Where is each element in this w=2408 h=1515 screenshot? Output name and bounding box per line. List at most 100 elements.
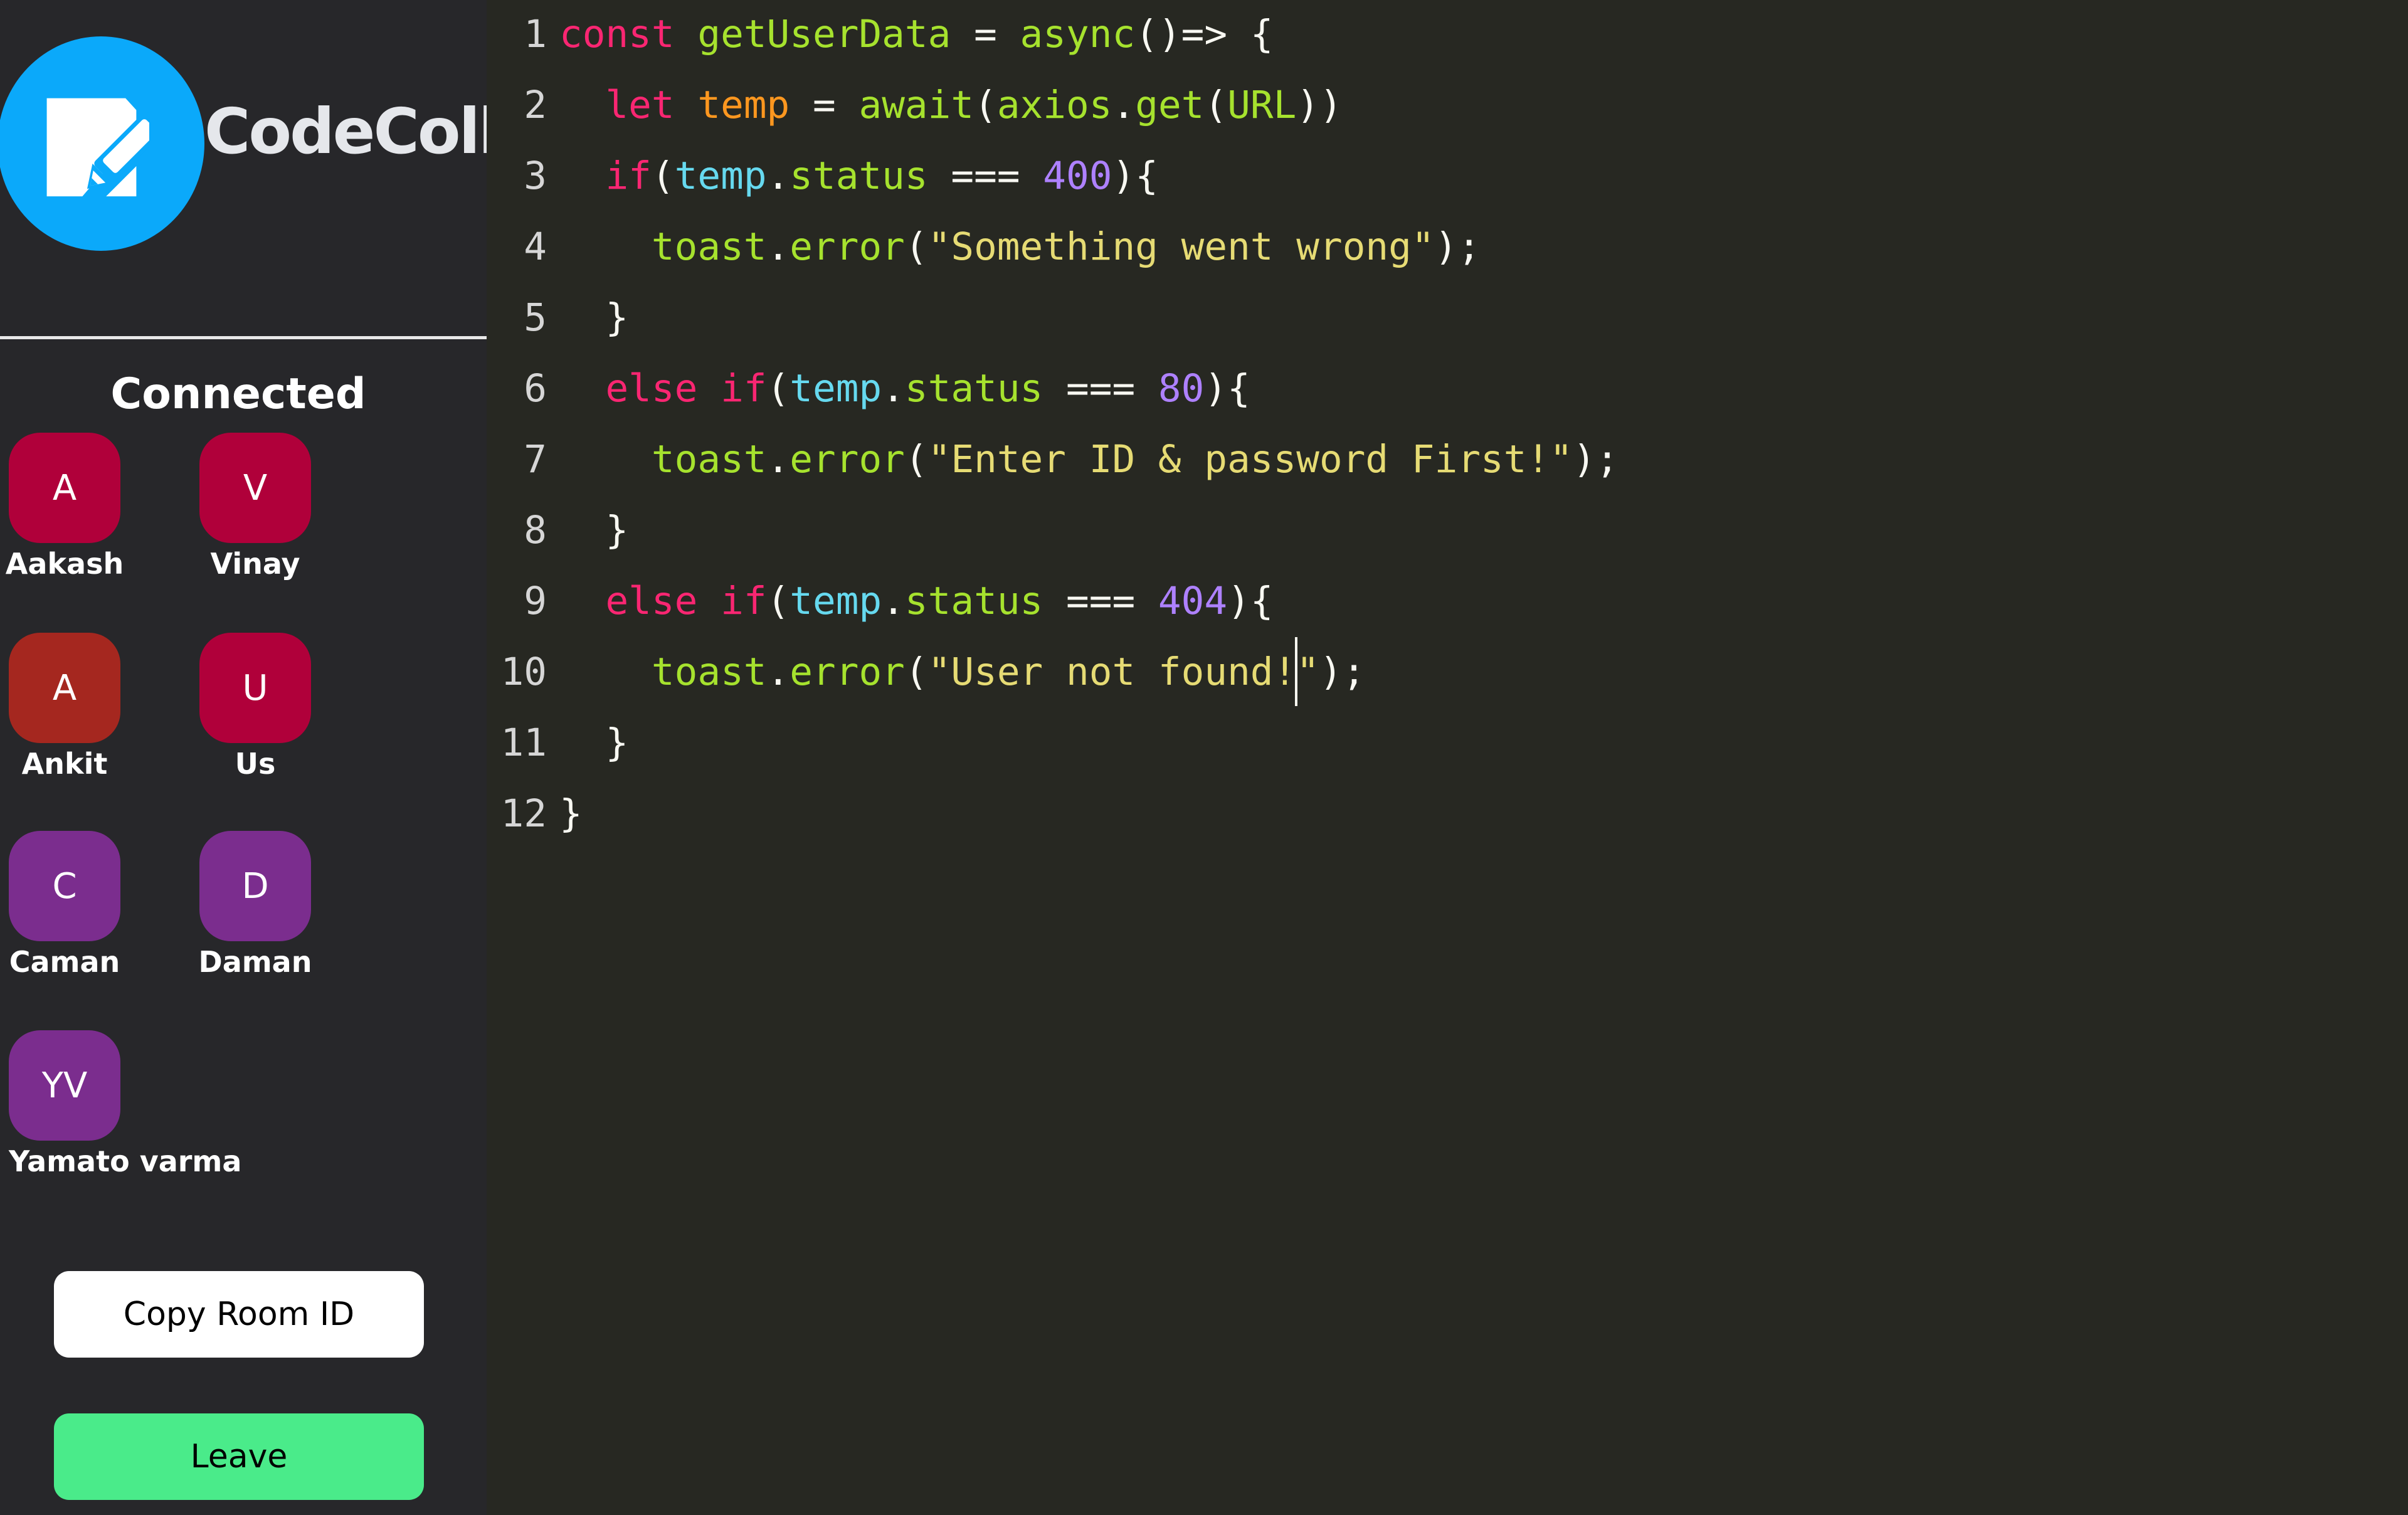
brand-name: CodeColl (204, 95, 487, 168)
code-token: get (1135, 83, 1205, 127)
code-token: = (951, 12, 1020, 56)
sidebar: CodeColl Connected A Aakash V Vinay A Ankit U U… (0, 0, 487, 1515)
avatar-initials: A (9, 433, 120, 543)
code-token: temp (697, 83, 790, 127)
code-editor[interactable]: 1 const getUserData = async()=> {2 let te… (487, 0, 2408, 1515)
code-token: if (721, 366, 767, 411)
code-text: toast.error("Enter ID & password First!"… (559, 437, 1619, 482)
code-text: toast.error("Something went wrong"); (559, 224, 1481, 269)
code-token: ( (904, 650, 928, 694)
line-number: 8 (524, 508, 547, 552)
code-line[interactable]: 3 if(temp.status === 400){ (487, 140, 1158, 211)
code-line[interactable]: 7 toast.error("Enter ID & password First… (487, 424, 1619, 495)
code-token: . (766, 650, 790, 694)
member-name: Vinay (210, 547, 300, 581)
code-text: else if(temp.status === 404){ (559, 579, 1274, 623)
code-token: else (605, 366, 698, 411)
code-token: ( (974, 83, 997, 127)
code-token: axios (996, 83, 1112, 127)
code-token: 404 (1158, 579, 1228, 623)
line-number: 12 (500, 791, 547, 836)
code-token: "User not found! (927, 650, 1297, 694)
code-token: ( (766, 366, 790, 411)
code-token: === (927, 154, 1043, 198)
code-token: } (559, 508, 629, 552)
code-line[interactable]: 4 toast.error("Something went wrong"); (487, 211, 1481, 282)
line-number: 10 (500, 650, 547, 694)
code-text: if(temp.status === 400){ (559, 154, 1158, 198)
code-token: status (789, 154, 928, 198)
member-name: Us (235, 747, 276, 781)
code-token: . (766, 437, 790, 482)
member-name: Ankit (21, 747, 108, 781)
code-text: } (559, 508, 628, 552)
code-token: } (559, 721, 629, 765)
code-token: 400 (1043, 154, 1112, 198)
code-token: . (1112, 83, 1136, 127)
code-token: async (1020, 12, 1136, 56)
code-token: ( (651, 154, 675, 198)
code-token: status (904, 366, 1043, 411)
code-line[interactable]: 12} (487, 778, 583, 849)
line-number: 5 (524, 295, 547, 340)
code-text: } (559, 721, 628, 765)
code-token: } (559, 791, 583, 836)
code-token: toast (651, 437, 767, 482)
code-token: . (882, 579, 905, 623)
code-token: } (559, 295, 629, 340)
code-text: } (559, 295, 628, 340)
code-line[interactable]: 8 } (487, 495, 628, 566)
code-line[interactable]: 9 else if(temp.status === 404){ (487, 566, 1274, 636)
code-token: )) (1296, 83, 1343, 127)
line-number: 1 (524, 12, 547, 56)
text-cursor (1295, 637, 1298, 707)
avatar-initials: V (199, 433, 311, 543)
avatar-initials: C (9, 831, 120, 941)
member-name: Caman (9, 945, 120, 979)
code-token: ){ (1204, 366, 1250, 411)
code-token: if (605, 154, 652, 198)
code-text: toast.error("User not found!"); (559, 637, 1365, 707)
line-number: 2 (524, 83, 547, 127)
code-token: temp (789, 579, 882, 623)
code-token: temp (789, 366, 882, 411)
code-line[interactable]: 5 } (487, 282, 628, 353)
code-token: ); (1434, 224, 1481, 269)
code-token: await (858, 83, 974, 127)
code-token: else (605, 579, 698, 623)
line-number: 11 (500, 721, 547, 765)
line-number: 3 (524, 154, 547, 198)
connected-heading: Connected (110, 369, 366, 419)
copy-room-id-button[interactable]: Copy Room ID (54, 1271, 424, 1358)
line-number: 7 (524, 437, 547, 482)
code-line[interactable]: 1 const getUserData = async()=> { (487, 0, 1274, 70)
code-line[interactable]: 6 else if(temp.status === 80){ (487, 353, 1250, 424)
code-token: ()=> { (1135, 12, 1274, 56)
code-token: ( (904, 224, 928, 269)
code-token: = (789, 83, 859, 127)
code-token: 80 (1158, 366, 1205, 411)
avatar-initials: A (9, 633, 120, 743)
code-token: let (605, 83, 675, 127)
code-line[interactable]: 10 toast.error("User not found!"); (487, 636, 1365, 707)
sidebar-divider (0, 336, 487, 339)
leave-button[interactable]: Leave (54, 1413, 424, 1500)
member-name: Daman (198, 945, 312, 979)
code-token: error (789, 437, 905, 482)
line-number: 4 (524, 224, 547, 269)
code-token: . (766, 224, 790, 269)
code-token: ( (766, 579, 790, 623)
code-text: } (559, 791, 583, 836)
code-token: ){ (1227, 579, 1274, 623)
code-token: toast (651, 224, 767, 269)
code-line[interactable]: 11 } (487, 707, 629, 778)
code-token: const (559, 12, 675, 56)
edit-document-icon (46, 98, 149, 197)
code-line[interactable]: 2 let temp = await(axios.get(URL)) (487, 70, 1343, 140)
